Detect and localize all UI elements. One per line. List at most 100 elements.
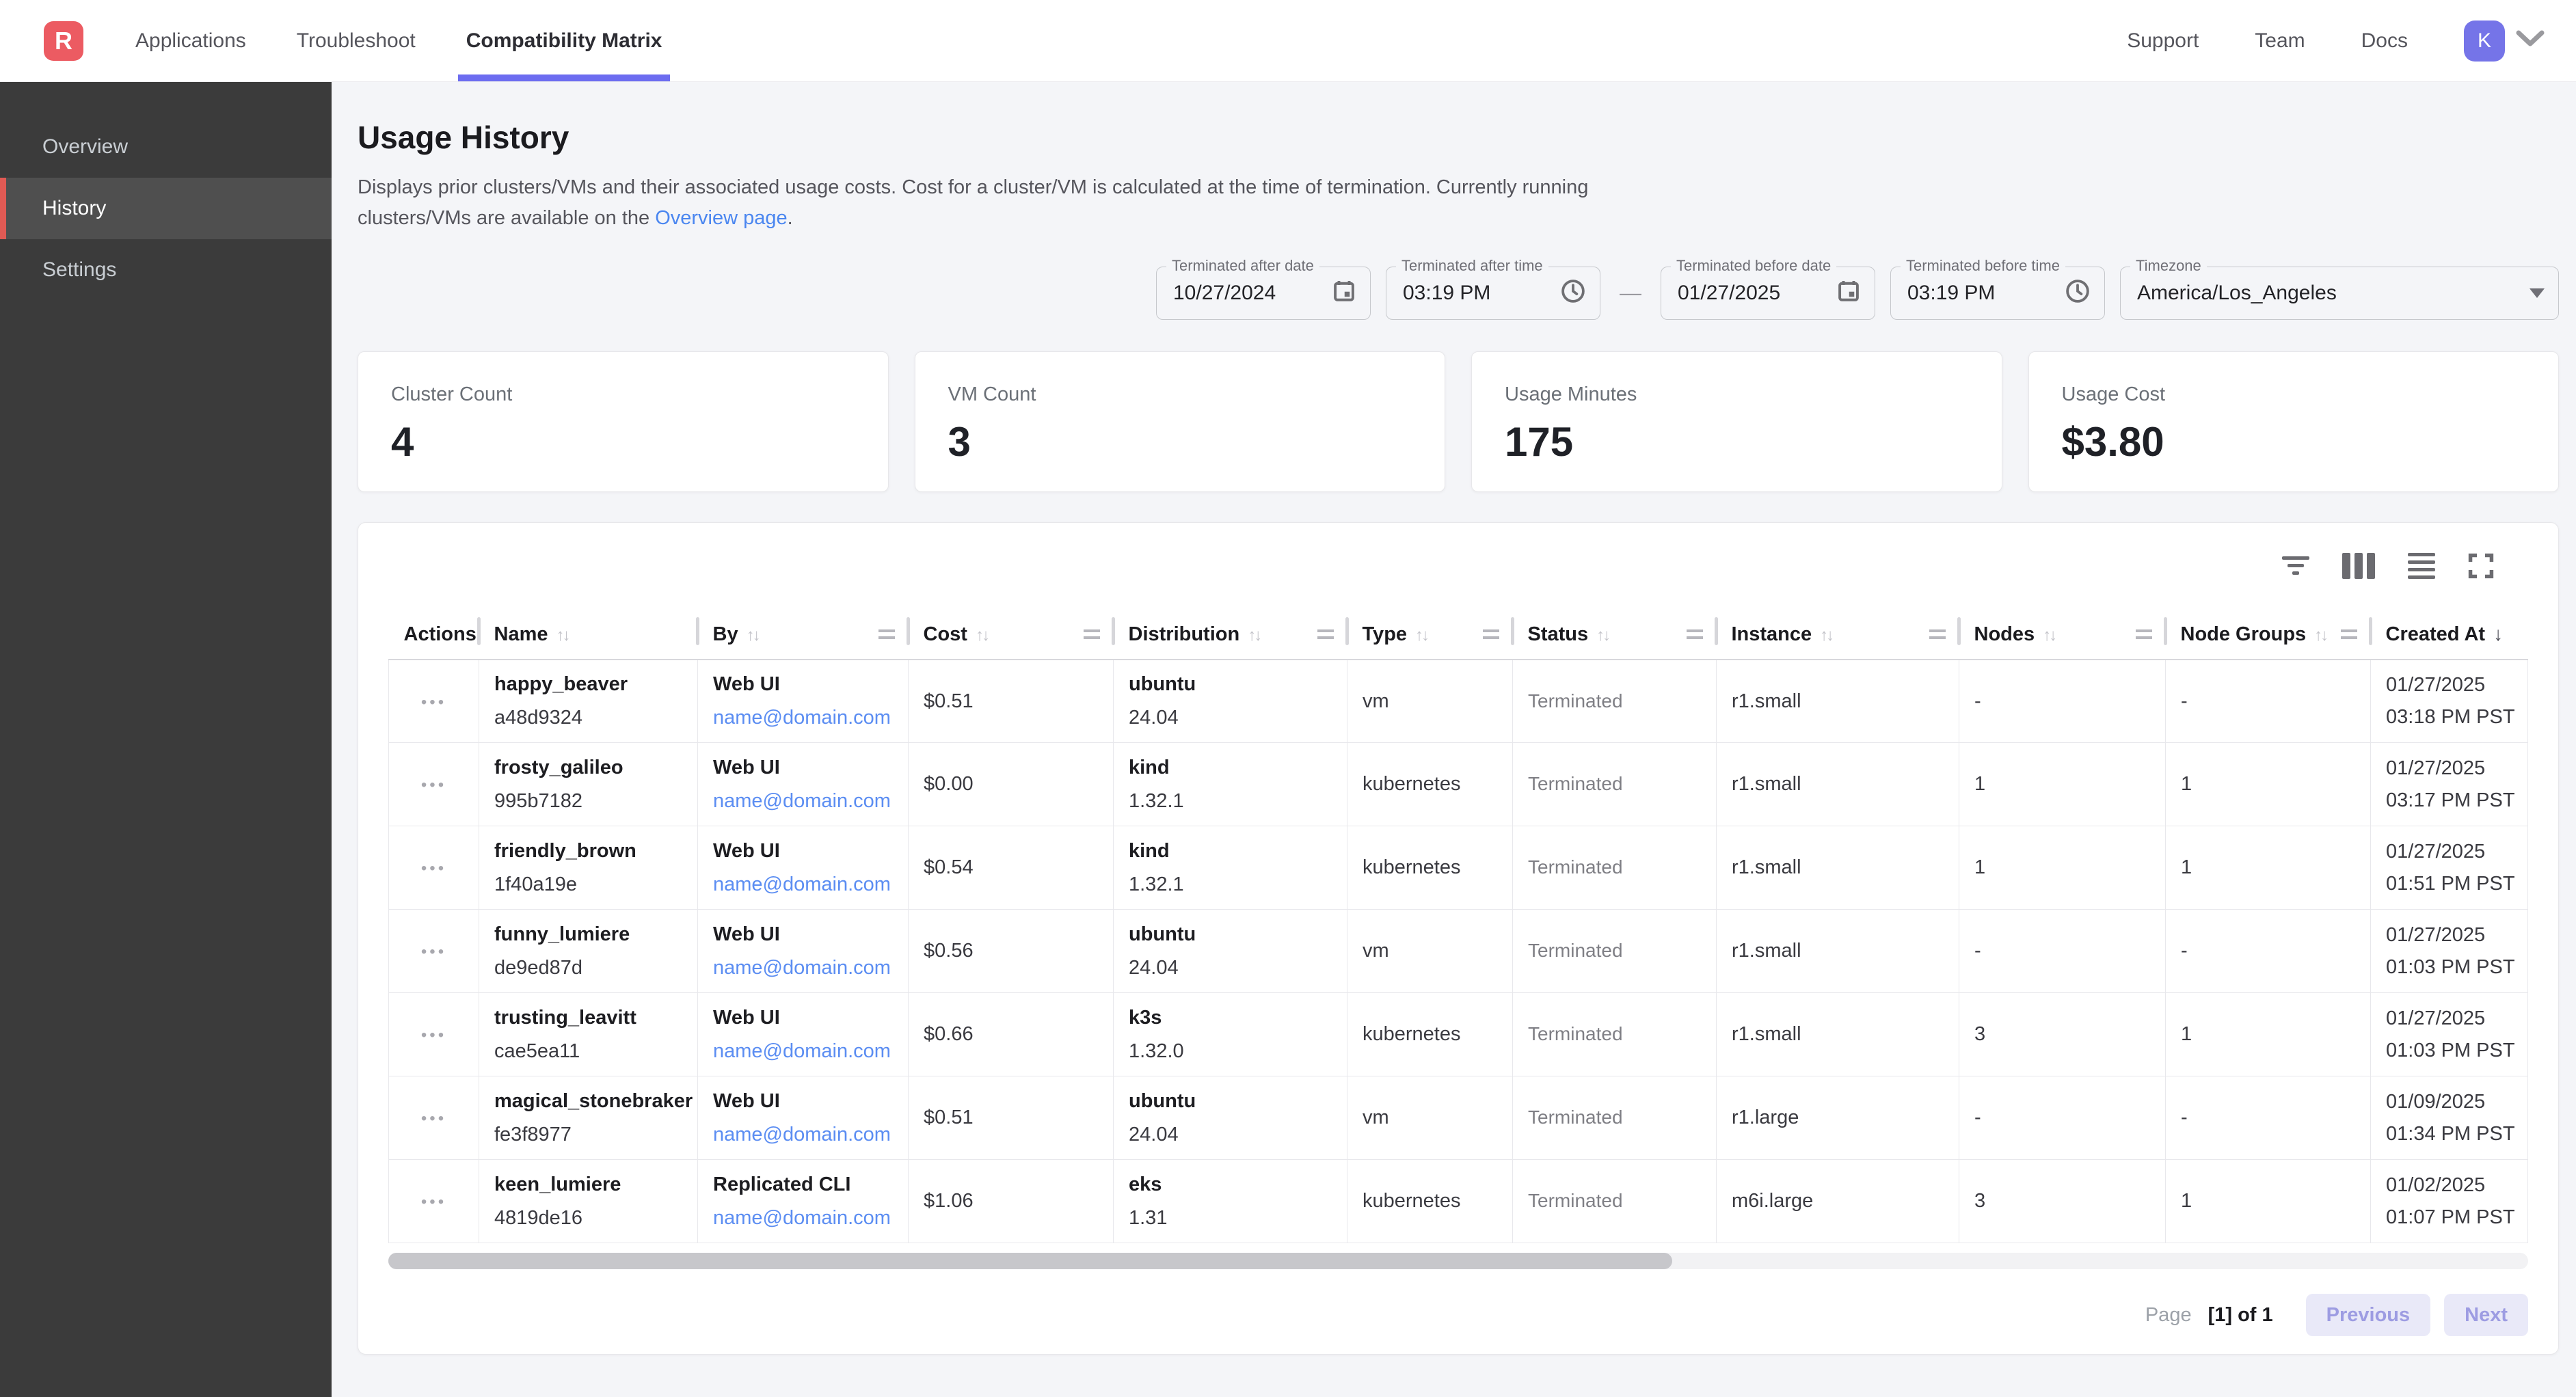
- nav-item-team[interactable]: Team: [2255, 29, 2305, 53]
- sort-icon[interactable]: ↑↓: [556, 626, 569, 645]
- cell-nodes: 1: [1959, 826, 2166, 910]
- terminated-after-date-field[interactable]: Terminated after date 10/27/2024: [1156, 267, 1371, 320]
- email-link[interactable]: name@domain.com: [713, 1207, 891, 1229]
- sort-icon[interactable]: ↑↓: [2314, 626, 2326, 645]
- row-actions-button[interactable]: •••: [421, 859, 446, 878]
- clock-icon[interactable]: [1560, 278, 1586, 308]
- nav-item-troubleshoot[interactable]: Troubleshoot: [297, 0, 416, 81]
- overview-page-link[interactable]: Overview page: [655, 207, 787, 229]
- email-link[interactable]: name@domain.com: [713, 790, 891, 812]
- column-header-name[interactable]: Name↑↓: [479, 610, 698, 660]
- column-menu-icon[interactable]: [2341, 629, 2357, 639]
- horizontal-scrollbar[interactable]: [388, 1253, 2528, 1269]
- column-header-status[interactable]: Status↑↓: [1513, 610, 1717, 660]
- filter-icon[interactable]: [2282, 550, 2309, 582]
- column-header-node_groups[interactable]: Node Groups↑↓: [2166, 610, 2371, 660]
- columns-icon[interactable]: [2342, 550, 2375, 582]
- timezone-select[interactable]: Timezone America/Los_Angeles: [2120, 267, 2559, 320]
- column-menu-icon[interactable]: [878, 629, 895, 639]
- email-link[interactable]: name@domain.com: [713, 957, 891, 979]
- cell-cost: $0.51: [909, 660, 1114, 743]
- sort-icon[interactable]: ↑↓: [976, 626, 988, 645]
- sort-icon[interactable]: ↑↓: [1820, 626, 1832, 645]
- sidebar-item-history[interactable]: History: [0, 178, 332, 239]
- cell-created-at: 01/27/202501:51 PM PST: [2371, 826, 2528, 910]
- scrollbar-thumb[interactable]: [388, 1253, 1672, 1269]
- email-link[interactable]: name@domain.com: [713, 1040, 891, 1062]
- terminated-before-time-field[interactable]: Terminated before time 03:19 PM: [1890, 267, 2105, 320]
- sidebar-item-settings[interactable]: Settings: [0, 239, 332, 301]
- column-menu-icon[interactable]: [1687, 629, 1703, 639]
- cell-node-groups: 1: [2166, 993, 2371, 1076]
- column-menu-icon[interactable]: [1084, 629, 1100, 639]
- column-menu-icon[interactable]: [1929, 629, 1946, 639]
- sort-icon[interactable]: ↑↓: [1248, 626, 1260, 645]
- terminated-after-time-field[interactable]: Terminated after time 03:19 PM: [1386, 267, 1600, 320]
- row-actions-button[interactable]: •••: [421, 693, 446, 712]
- column-header-instance[interactable]: Instance↑↓: [1717, 610, 1959, 660]
- nav-item-compatibility-matrix[interactable]: Compatibility Matrix: [466, 0, 662, 81]
- email-link[interactable]: name@domain.com: [713, 873, 891, 895]
- column-header-created_at[interactable]: Created At↓: [2371, 610, 2528, 660]
- nav-item-docs[interactable]: Docs: [2361, 29, 2408, 53]
- status-badge: Terminated: [1528, 1023, 1623, 1044]
- column-menu-icon[interactable]: [1317, 629, 1334, 639]
- created-time: 01:34 PM PST: [2386, 1123, 2527, 1145]
- cell-nodes: -: [1959, 660, 2166, 743]
- column-header-type[interactable]: Type↑↓: [1347, 610, 1513, 660]
- row-actions-button[interactable]: •••: [421, 942, 446, 962]
- density-icon[interactable]: [2408, 550, 2435, 582]
- next-page-button[interactable]: Next: [2444, 1294, 2528, 1336]
- row-actions-button[interactable]: •••: [421, 776, 446, 795]
- cell-primary: ubuntu: [1129, 1090, 1347, 1113]
- previous-page-button[interactable]: Previous: [2306, 1294, 2431, 1336]
- nav-item-applications[interactable]: Applications: [135, 0, 246, 81]
- sidebar-item-overview[interactable]: Overview: [0, 116, 332, 178]
- account-menu[interactable]: K: [2464, 21, 2545, 62]
- terminated-before-date-field[interactable]: Terminated before date 01/27/2025: [1661, 267, 1875, 320]
- cell-primary: Web UI: [713, 923, 908, 946]
- cell-primary: Replicated CLI: [713, 1174, 908, 1196]
- clock-icon[interactable]: [2065, 278, 2091, 308]
- column-header-nodes[interactable]: Nodes↑↓: [1959, 610, 2166, 660]
- status-badge: Terminated: [1528, 773, 1623, 794]
- type-value: kubernetes: [1363, 856, 1461, 878]
- column-menu-icon[interactable]: [2136, 629, 2152, 639]
- column-menu-icon[interactable]: [1483, 629, 1499, 639]
- cell-actions: •••: [389, 743, 479, 826]
- cell-status: Terminated: [1513, 743, 1717, 826]
- calendar-icon[interactable]: [1332, 279, 1356, 307]
- cell-primary: friendly_brown: [494, 840, 697, 863]
- sort-icon[interactable]: ↑↓: [1596, 626, 1609, 645]
- pagination: Page [1] of 1 Previous Next: [388, 1294, 2528, 1336]
- replicated-logo[interactable]: R: [44, 21, 83, 61]
- row-actions-button[interactable]: •••: [421, 1026, 446, 1045]
- column-header-cost[interactable]: Cost↑↓: [909, 610, 1114, 660]
- column-header-distribution[interactable]: Distribution↑↓: [1114, 610, 1347, 660]
- cell-status: Terminated: [1513, 1160, 1717, 1243]
- node-groups-value: 1: [2181, 856, 2192, 878]
- column-header-by[interactable]: By↑↓: [698, 610, 909, 660]
- sort-desc-icon[interactable]: ↓: [2493, 623, 2503, 645]
- email-link[interactable]: name@domain.com: [713, 707, 891, 729]
- calendar-icon[interactable]: [1836, 279, 1861, 307]
- table-row: •••magical_stonebrakerfe3f8977Web UIname…: [389, 1076, 2528, 1160]
- sort-icon[interactable]: ↑↓: [1415, 626, 1427, 645]
- cell-secondary: 4819de16: [494, 1207, 697, 1230]
- avatar[interactable]: K: [2464, 21, 2505, 62]
- filter-bar: Terminated after date 10/27/2024 Termina…: [358, 267, 2559, 320]
- row-actions-button[interactable]: •••: [421, 1109, 446, 1128]
- created-date: 01/02/2025: [2386, 1174, 2527, 1197]
- email-link[interactable]: name@domain.com: [713, 1124, 891, 1145]
- cell-distribution: ubuntu24.04: [1114, 910, 1347, 993]
- fullscreen-icon[interactable]: [2468, 550, 2494, 582]
- cell-nodes: 3: [1959, 1160, 2166, 1243]
- sort-icon[interactable]: ↑↓: [2043, 626, 2055, 645]
- cell-primary: eks: [1129, 1174, 1347, 1196]
- sort-icon[interactable]: ↑↓: [747, 626, 759, 645]
- row-actions-button[interactable]: •••: [421, 1193, 446, 1212]
- cell-status: Terminated: [1513, 826, 1717, 910]
- cell-distribution: eks1.31: [1114, 1160, 1347, 1243]
- field-label: Terminated before date: [1671, 257, 1836, 275]
- nav-item-support[interactable]: Support: [2127, 29, 2199, 53]
